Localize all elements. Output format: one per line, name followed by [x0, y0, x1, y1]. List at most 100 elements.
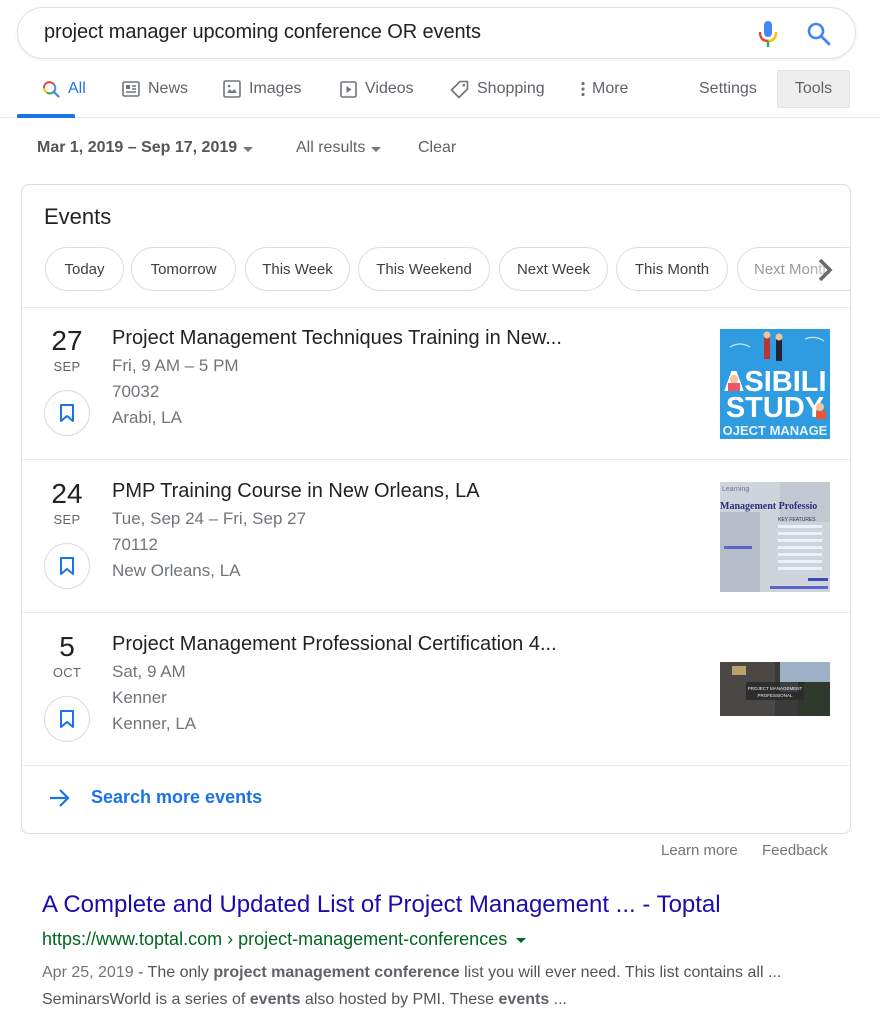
event-title[interactable]: Project Management Techniques Training i… [112, 327, 562, 350]
snippet-segment: also hosted by PMI. These [300, 991, 499, 1008]
tab-videos[interactable]: Videos [340, 78, 414, 100]
active-tab-indicator [17, 114, 75, 118]
news-icon [122, 81, 140, 97]
tools-label: Tools [794, 80, 833, 97]
tab-label: News [148, 80, 189, 97]
search-more-events-link[interactable]: Search more events [22, 765, 850, 833]
event-month: SEP [53, 359, 81, 374]
snippet-segment: - The only [133, 964, 214, 981]
thumb-text: PROFESSIONAL [757, 693, 793, 698]
tab-label: Shopping [477, 80, 545, 97]
tab-label: All [68, 80, 86, 97]
event-item[interactable]: 27 SEP Project Management Techniques Tra… [22, 308, 850, 460]
settings-label: Settings [699, 80, 757, 97]
event-time: Tue, Sep 24 – Fri, Sep 27 [112, 509, 307, 528]
tab-label: Videos [365, 80, 414, 97]
more-vert-icon [581, 81, 585, 97]
event-time: Fri, 9 AM – 5 PM [112, 356, 239, 375]
tab-more[interactable]: More [580, 78, 628, 100]
chip-next-week[interactable]: Next Week [499, 247, 608, 291]
result-snippet: Apr 25, 2019 - The only project manageme… [42, 959, 842, 1013]
results-label: All results [296, 139, 366, 156]
search-bar[interactable]: project manager upcoming conference OR e… [17, 7, 856, 59]
snippet-highlight: project management conference [213, 964, 460, 981]
thumb-text: OJECT MANAGE [723, 423, 828, 438]
event-location: Kenner, LA [112, 714, 197, 733]
event-date-chips: Today Tomorrow This Week This Weekend Ne… [22, 247, 850, 309]
bookmark-icon [60, 557, 74, 575]
tab-shopping[interactable]: Shopping [450, 78, 545, 100]
chip-today[interactable]: Today [45, 247, 124, 291]
snippet-segment: ... [549, 991, 567, 1008]
event-time: Sat, 9 AM [112, 662, 186, 681]
thumb-text: Learning [722, 486, 749, 493]
settings-link[interactable]: Settings [699, 78, 757, 100]
pmp-certification-image: PROJECT MANAGEMENT PROFESSIONAL [720, 662, 830, 716]
tab-label: More [592, 80, 629, 97]
snippet-highlight: events [249, 991, 301, 1008]
event-day: 5 [59, 631, 75, 662]
arrow-right-icon [50, 789, 70, 807]
feasibility-study-image: ASIBILI STUDY OJECT MANAGE [720, 329, 830, 439]
event-location: Arabi, LA [112, 408, 182, 427]
results-dropdown[interactable]: All results [296, 139, 382, 157]
tag-icon [450, 80, 469, 98]
tab-images[interactable]: Images [223, 78, 301, 100]
clear-label: Clear [418, 139, 457, 156]
events-heading: Events [44, 204, 112, 229]
tab-all[interactable]: All [42, 78, 86, 100]
chip-this-weekend[interactable]: This Weekend [358, 247, 490, 291]
save-event-button[interactable] [44, 390, 90, 436]
save-event-button[interactable] [44, 696, 90, 742]
learn-more-link[interactable]: Learn more [661, 842, 738, 859]
tools-button[interactable]: Tools [777, 70, 850, 108]
event-venue: Kenner [112, 688, 167, 707]
microphone-icon[interactable] [758, 20, 778, 48]
chip-tomorrow[interactable]: Tomorrow [131, 247, 236, 291]
search-input[interactable]: project manager upcoming conference OR e… [44, 21, 481, 44]
caret-down-icon[interactable] [516, 938, 527, 943]
event-item[interactable]: 5 OCT Project Management Professional Ce… [22, 614, 850, 766]
thumb-text: PROJECT MANAGEMENT [748, 686, 803, 691]
snippet-highlight: events [498, 991, 550, 1008]
date-range-label: Mar 1, 2019 – Sep 17, 2019 [37, 139, 238, 156]
event-item[interactable]: 24 SEP PMP Training Course in New Orlean… [22, 461, 850, 613]
event-title[interactable]: Project Management Professional Certific… [112, 633, 557, 656]
event-day: 24 [51, 478, 83, 509]
thumb-text: Management Professio [720, 501, 817, 512]
result-url[interactable]: https://www.toptal.com › project-managem… [42, 929, 527, 950]
caret-down-icon [371, 146, 382, 152]
result-date: Apr 25, 2019 [42, 964, 134, 981]
feedback-link[interactable]: Feedback [762, 842, 828, 859]
events-card: Events Today Tomorrow This Week This Wee… [21, 184, 851, 834]
search-more-events-label: Search more events [91, 787, 263, 807]
caret-down-icon [243, 146, 254, 152]
thumb-text: STUDY [726, 392, 824, 424]
search-icon [43, 81, 60, 98]
event-thumbnail[interactable]: Learning Management Professio KEY FEATUR… [720, 482, 830, 592]
event-thumbnail[interactable]: PROJECT MANAGEMENT PROFESSIONAL [720, 662, 830, 716]
chip-this-month[interactable]: This Month [616, 247, 728, 291]
play-icon [340, 80, 357, 98]
event-venue: 70032 [112, 382, 160, 401]
tab-news[interactable]: News [122, 78, 188, 100]
event-venue: 70112 [112, 535, 159, 554]
event-title[interactable]: PMP Training Course in New Orleans, LA [112, 480, 480, 503]
thumb-text: KEY FEATURES [778, 517, 816, 523]
search-icon[interactable] [806, 21, 832, 47]
chip-this-week[interactable]: This Week [245, 247, 350, 291]
event-month: OCT [52, 665, 82, 680]
clear-filters-link[interactable]: Clear [418, 139, 456, 157]
date-range-dropdown[interactable]: Mar 1, 2019 – Sep 17, 2019 [37, 139, 254, 157]
chevron-right-icon[interactable] [814, 257, 836, 283]
bookmark-icon [60, 710, 74, 728]
result-url-text: https://www.toptal.com › project-managem… [42, 929, 508, 949]
bookmark-icon [60, 404, 74, 422]
event-day: 27 [51, 325, 83, 356]
event-month: SEP [53, 512, 81, 527]
event-thumbnail[interactable]: ASIBILI STUDY OJECT MANAGE [720, 329, 830, 439]
search-tabs: All News Images Videos Shopping More Set… [0, 70, 880, 118]
save-event-button[interactable] [44, 543, 90, 589]
snippet-text: - The only project management conference… [42, 964, 781, 1008]
result-title-link[interactable]: A Complete and Updated List of Project M… [42, 891, 721, 919]
